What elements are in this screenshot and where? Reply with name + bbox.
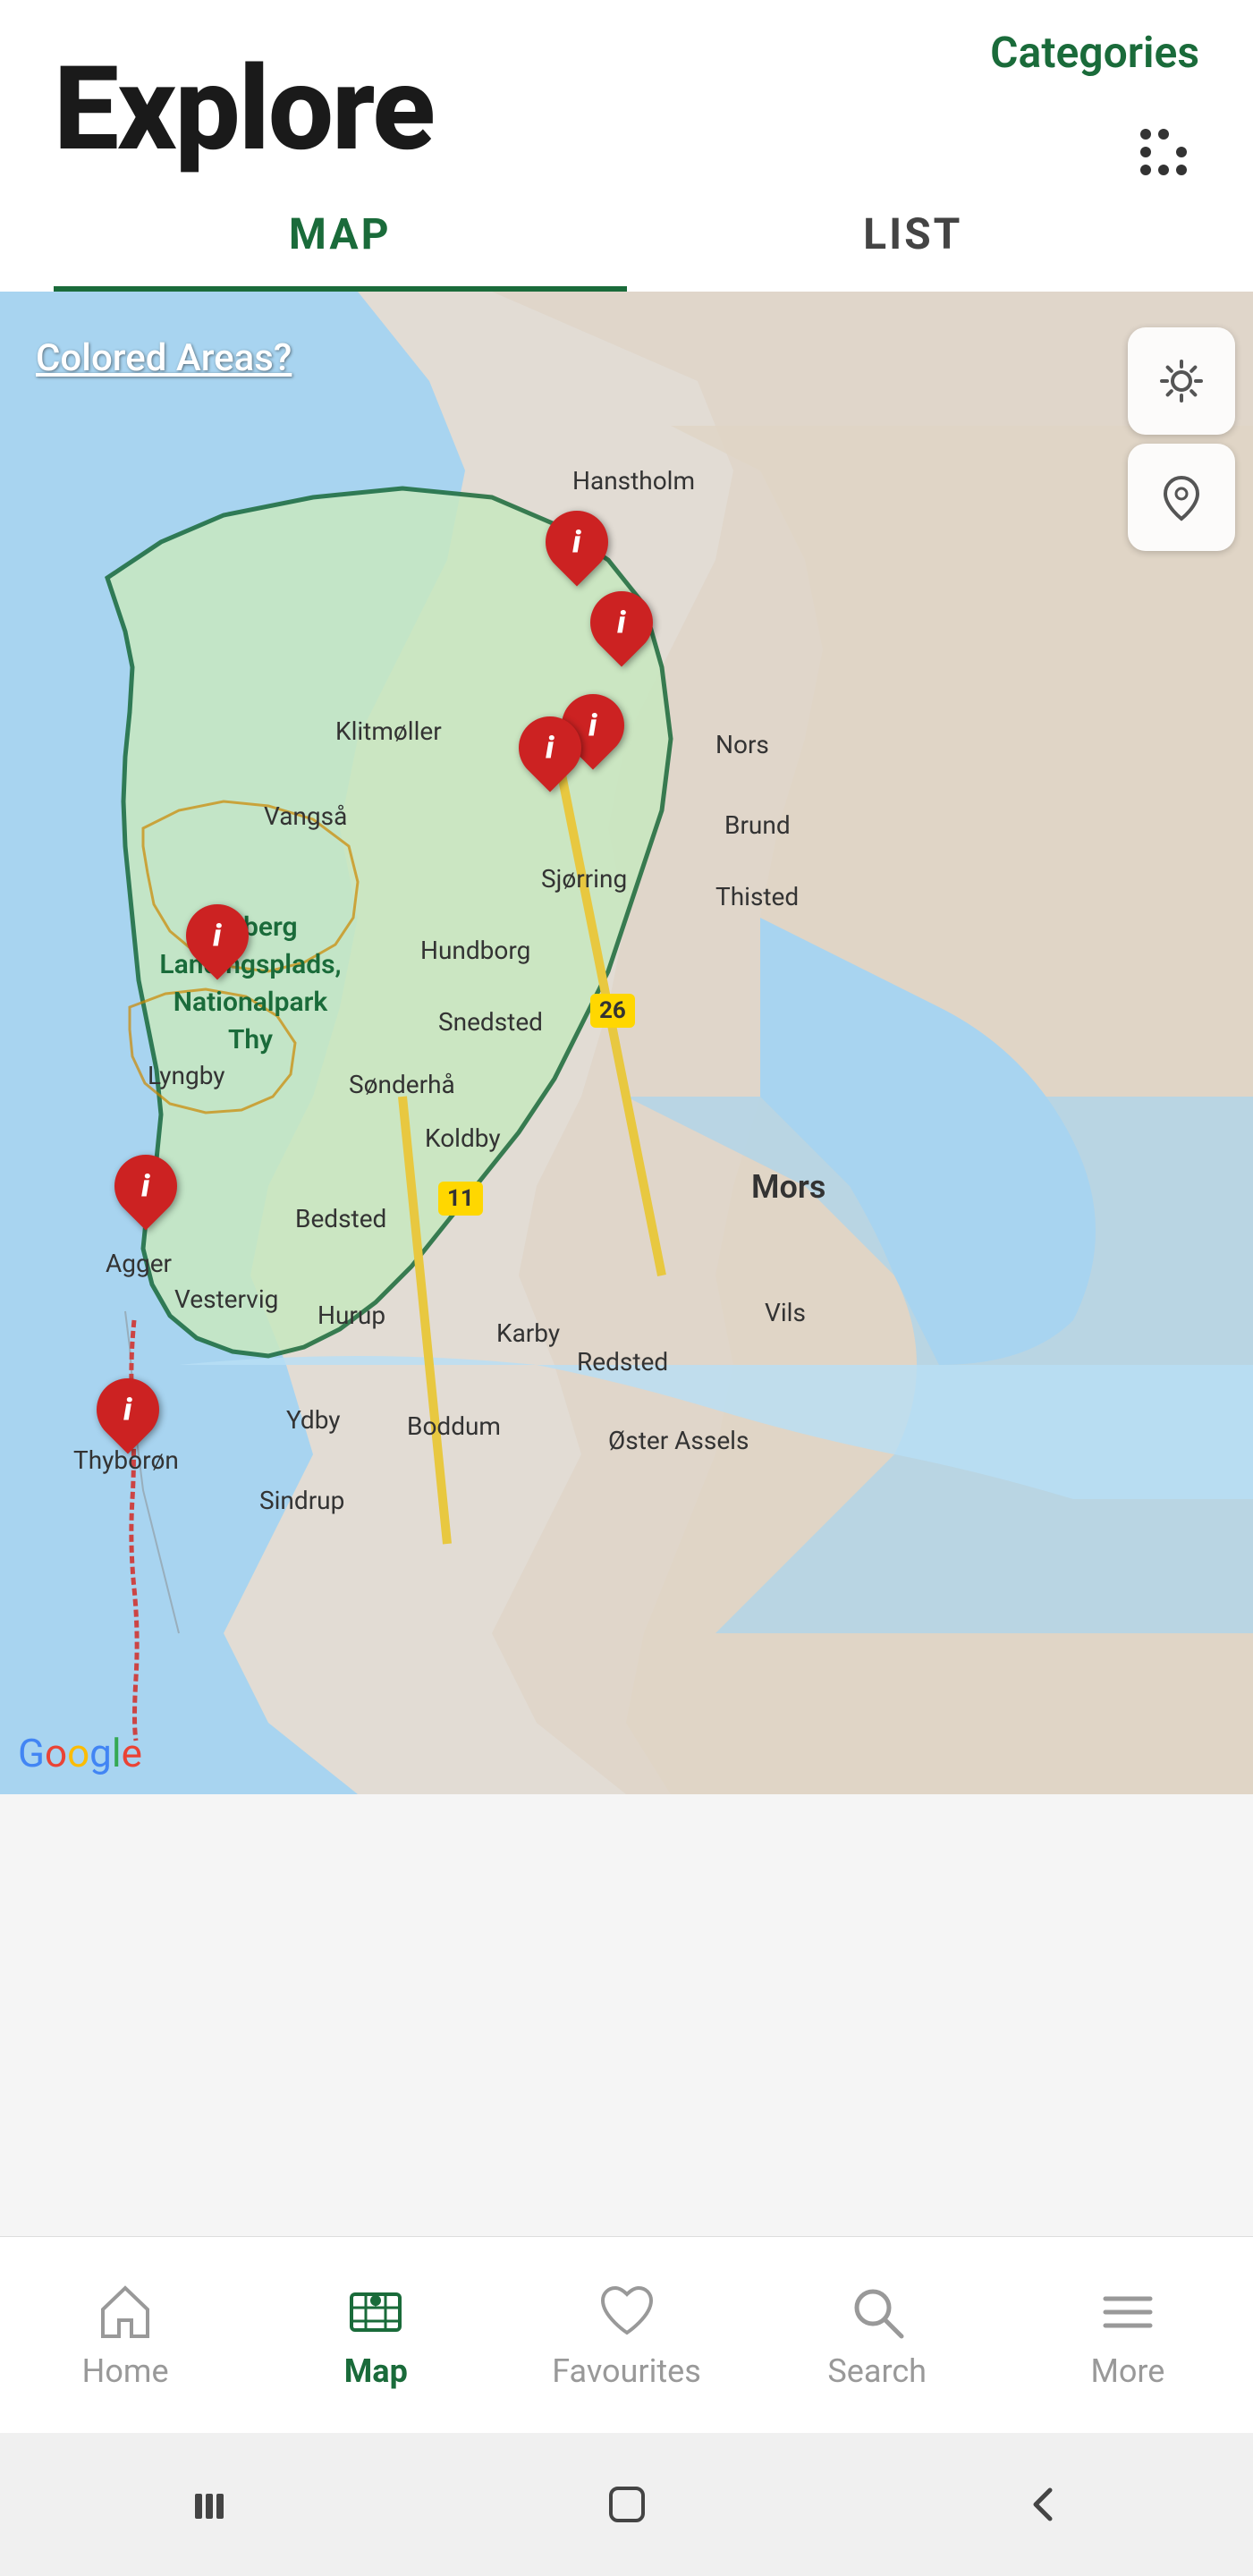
road-badge-26: 26	[590, 994, 635, 1028]
menu-lines-icon	[182, 2478, 236, 2531]
map-pin-2[interactable]: i	[590, 591, 662, 676]
nav-label-map: Map	[344, 2352, 408, 2390]
map-pin-6[interactable]: i	[114, 1155, 186, 1240]
categories-link[interactable]: Categories	[990, 27, 1199, 78]
map-pin-5[interactable]: i	[186, 904, 258, 989]
square-icon	[600, 2478, 654, 2531]
nav-item-favourites[interactable]: Favourites	[501, 2263, 751, 2408]
sys-home-button[interactable]	[582, 2469, 672, 2540]
more-icon	[1096, 2281, 1159, 2343]
nav-item-more[interactable]: More	[1003, 2263, 1253, 2408]
header: Categories Explore	[0, 0, 1253, 173]
map-container[interactable]: Hanstholm Klitmøller Vangså Nors Brund T…	[0, 292, 1253, 1794]
map-pin-1[interactable]: i	[546, 511, 617, 596]
sys-back-button[interactable]	[1000, 2469, 1089, 2540]
map-pin-4[interactable]: i	[519, 716, 590, 801]
map-controls	[1128, 327, 1235, 551]
gear-icon	[1155, 354, 1208, 408]
heart-icon	[596, 2281, 658, 2343]
nav-item-map[interactable]: Map	[250, 2263, 501, 2408]
back-chevron-icon	[1018, 2478, 1071, 2531]
colored-areas-link[interactable]: Colored Areas?	[36, 336, 292, 380]
system-nav	[0, 2433, 1253, 2576]
map-pin-7[interactable]: i	[97, 1378, 168, 1463]
tabs: MAP LIST	[0, 173, 1253, 292]
nav-item-search[interactable]: Search	[752, 2263, 1003, 2408]
settings-button[interactable]	[1128, 327, 1235, 435]
map-svg	[0, 292, 1253, 1794]
google-logo: Google	[18, 1730, 142, 1776]
bottom-nav: Home Map Favourites Search	[0, 2236, 1253, 2433]
nav-label-more: More	[1090, 2352, 1164, 2390]
location-icon	[1155, 470, 1208, 524]
location-button[interactable]	[1128, 444, 1235, 551]
home-icon	[94, 2281, 157, 2343]
tab-map[interactable]: MAP	[54, 173, 627, 292]
road-badge-11: 11	[438, 1182, 483, 1216]
filter-icon[interactable]	[1128, 116, 1199, 188]
nav-label-favourites: Favourites	[552, 2352, 701, 2390]
tab-list[interactable]: LIST	[627, 173, 1200, 292]
search-icon	[846, 2281, 909, 2343]
nav-label-search: Search	[827, 2352, 927, 2390]
nav-label-home: Home	[82, 2352, 169, 2390]
sys-menu-button[interactable]	[165, 2469, 254, 2540]
nav-item-home[interactable]: Home	[0, 2263, 250, 2408]
map-nav-icon	[344, 2281, 407, 2343]
